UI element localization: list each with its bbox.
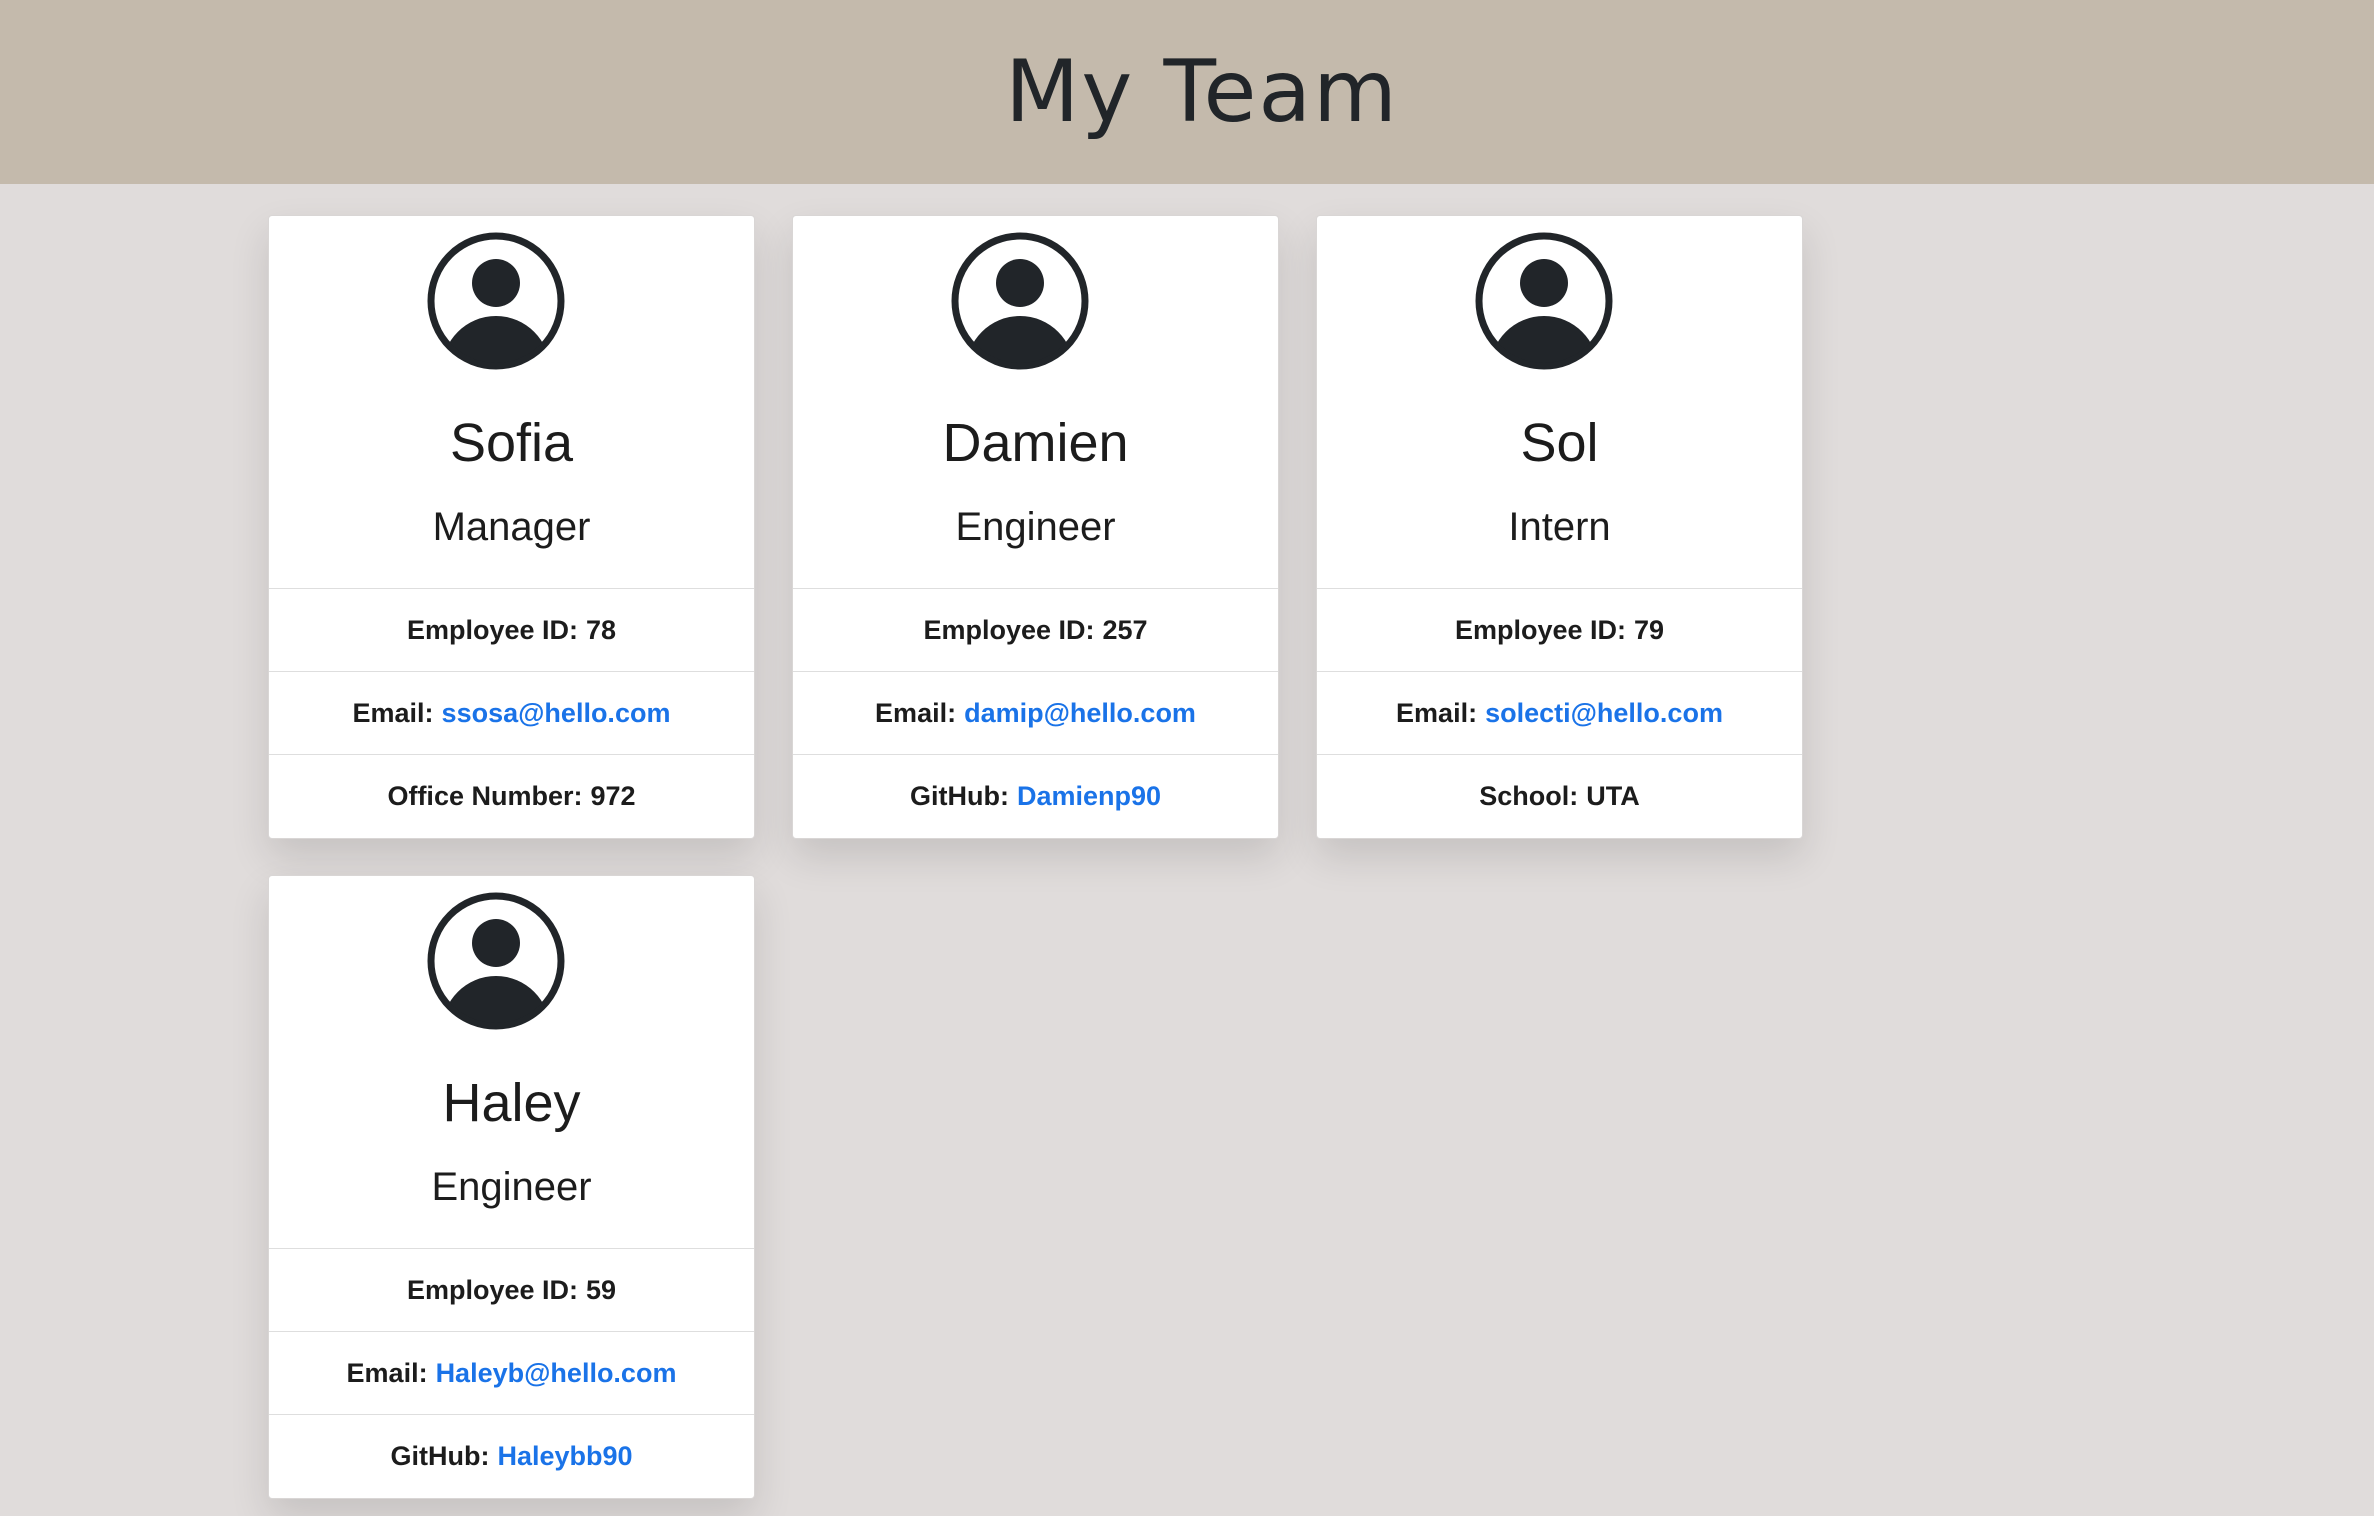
card-header: Haley Engineer [269,876,754,1249]
email-row: Email: Haleyb@hello.com [269,1332,754,1415]
card-header: Sofia Manager [269,216,754,589]
employee-name: Sofia [449,413,574,473]
employee-id-row: Employee ID: 78 [269,589,754,672]
employee-card-haley: Haley Engineer Employee ID: 59 Email: Ha… [268,875,755,1499]
email-row: Email: damip@hello.com [793,672,1278,755]
email-row: Email: ssosa@hello.com [269,672,754,755]
employee-id-label: Employee ID: [406,1274,578,1305]
page-header: My Team [0,0,2374,184]
employee-name: Haley [442,1073,581,1133]
employee-role: Intern [1508,505,1611,549]
employee-id-label: Employee ID: [923,614,1095,645]
github-label: GitHub: [390,1441,490,1471]
employee-id-row: Employee ID: 59 [269,1249,754,1332]
user-circle-icon [951,232,1089,370]
office-number-label: Office Number: [387,781,583,811]
employee-role: Engineer [955,505,1116,549]
employee-id-label: Employee ID: [406,614,578,645]
employee-id-value: 79 [1634,614,1665,645]
email-row: Email: solecti@hello.com [1317,672,1802,755]
employee-name: Sol [1520,413,1599,473]
email-label: Email: [1396,697,1478,728]
employee-id-value: 78 [586,614,617,645]
school-row: School: UTA [1317,755,1802,838]
email-link[interactable]: damip@hello.com [964,698,1196,729]
email-label: Email: [875,697,957,728]
employee-id-label: Employee ID: [1454,614,1626,645]
user-circle-icon [427,892,565,1030]
employee-id-value: 257 [1102,614,1148,645]
employee-card-sol: Sol Intern Employee ID: 79 Email: solect… [1316,215,1803,839]
employee-role: Manager [432,505,591,549]
page-title: My Team [1005,42,1399,142]
email-link[interactable]: solecti@hello.com [1485,698,1723,729]
employee-name: Damien [942,413,1129,473]
email-link[interactable]: Haleyb@hello.com [436,1358,677,1389]
employee-card-damien: Damien Engineer Employee ID: 257 Email: … [792,215,1279,839]
github-link[interactable]: Damienp90 [1017,781,1161,812]
email-label: Email: [346,1357,428,1388]
email-label: Email: [352,697,434,728]
employee-id-row: Employee ID: 79 [1317,589,1802,672]
employee-id-value: 59 [586,1274,617,1305]
user-circle-icon [1475,232,1613,370]
github-row: GitHub: Damienp90 [793,755,1278,838]
email-link[interactable]: ssosa@hello.com [442,698,671,729]
github-label: GitHub: [909,781,1009,811]
office-number-value: 972 [590,781,636,811]
office-number-row: Office Number: 972 [269,755,754,838]
user-circle-icon [427,232,565,370]
card-header: Sol Intern [1317,216,1802,589]
card-header: Damien Engineer [793,216,1278,589]
school-value: UTA [1586,781,1640,811]
github-row: GitHub: Haleybb90 [269,1415,754,1498]
employee-card-sofia: Sofia Manager Employee ID: 78 Email: sso… [268,215,755,839]
employee-id-row: Employee ID: 257 [793,589,1278,672]
github-link[interactable]: Haleybb90 [497,1441,632,1472]
employee-role: Engineer [431,1165,592,1209]
school-label: School: [1479,781,1579,811]
